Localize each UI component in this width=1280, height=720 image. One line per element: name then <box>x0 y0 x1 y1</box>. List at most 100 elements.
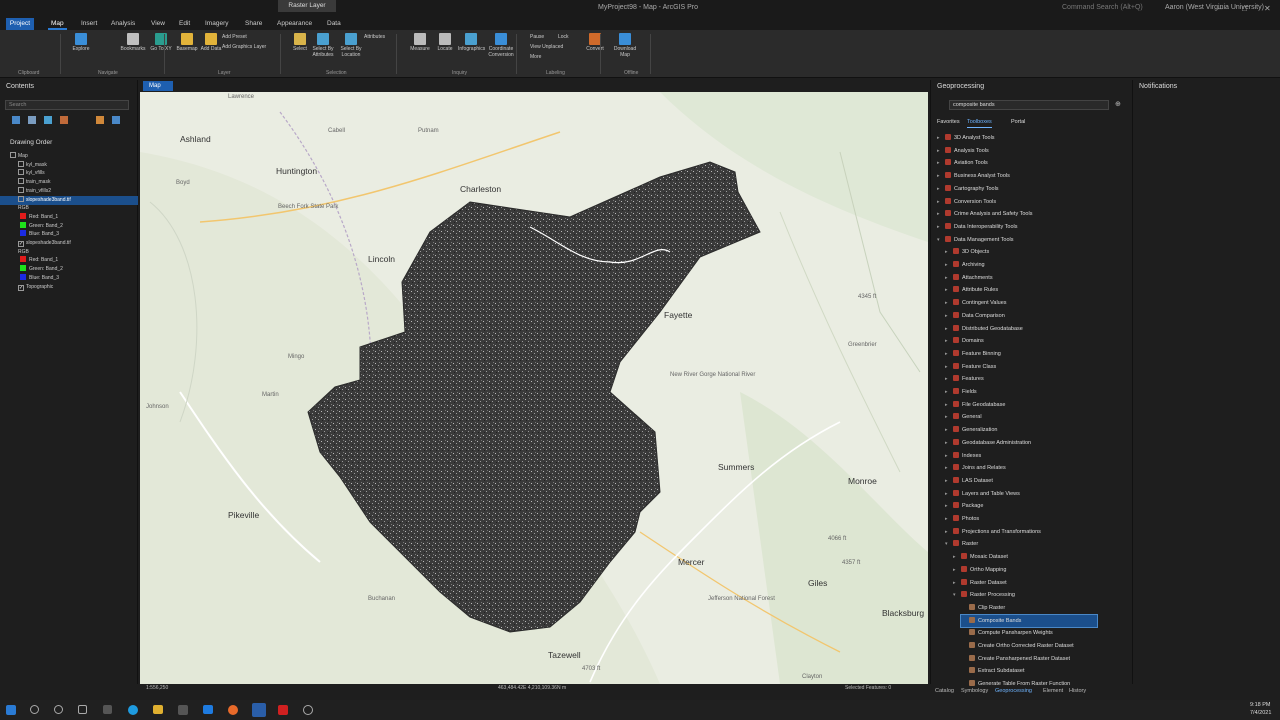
chevron-right-icon[interactable]: ▸ <box>945 411 953 423</box>
layer-row[interactable]: train_vfills2 <box>0 186 138 196</box>
layers-icon[interactable] <box>44 116 52 124</box>
layer-hidden-checkbox[interactable] <box>18 195 24 202</box>
clock-date[interactable]: 7/4/2021 <box>1250 710 1271 716</box>
toolbox-item[interactable]: ▸ Joins and Relates <box>945 462 1006 474</box>
toolbox-item[interactable]: ▸ Crime Analysis and Safety Tools <box>937 208 1032 220</box>
ribbon-button-explore[interactable]: Explore <box>68 33 94 52</box>
layer-row[interactable]: train_mask <box>0 178 138 187</box>
ribbon-small-attributes[interactable]: Attributes <box>364 34 385 40</box>
chevron-right-icon[interactable]: ▸ <box>937 132 945 144</box>
task-view-icon[interactable] <box>78 705 87 714</box>
ribbon-button-basemap[interactable]: Basemap <box>174 33 200 52</box>
label-icon[interactable] <box>96 116 104 124</box>
ribbon-button-infographics[interactable]: Infographics <box>458 33 485 52</box>
layer-hidden-checkbox[interactable] <box>18 160 24 167</box>
gp-tab-portal[interactable]: Portal <box>1011 116 1025 128</box>
toolbox-item[interactable]: ▸ Raster Dataset <box>953 577 1007 589</box>
chevron-right-icon[interactable]: ▸ <box>945 373 953 385</box>
toolbox-item[interactable]: ▾ Raster Processing <box>953 589 1015 601</box>
search-icon[interactable] <box>30 705 39 714</box>
gp-tab-toolboxes[interactable]: Toolboxes <box>967 116 992 128</box>
chevron-right-icon[interactable]: ▸ <box>945 246 953 258</box>
chevron-right-icon[interactable]: ▸ <box>945 526 953 538</box>
toolbox-item[interactable]: ▸ Fields <box>945 386 977 398</box>
tab-edit[interactable]: Edit <box>176 18 193 30</box>
layer-row[interactable]: RGB <box>0 204 138 213</box>
layer-row[interactable]: Map <box>0 152 138 161</box>
chevron-right-icon[interactable]: ▸ <box>945 513 953 525</box>
toolbox-item[interactable]: ▸ Generalization <box>945 424 997 436</box>
toolbox-item[interactable]: ▸ Geodatabase Administration <box>945 437 1031 449</box>
ribbon-button-add-data[interactable]: Add Data <box>198 33 224 52</box>
chevron-right-icon[interactable]: ▸ <box>953 551 961 563</box>
mail-icon[interactable] <box>203 705 213 714</box>
chevron-right-icon[interactable]: ▸ <box>953 564 961 576</box>
edge-icon[interactable] <box>128 705 138 715</box>
chevron-right-icon[interactable]: ▸ <box>945 475 953 487</box>
layer-row[interactable]: ✓ slopeshade3band.tif <box>0 239 138 248</box>
layer-row[interactable]: Green: Band_2 <box>0 265 138 274</box>
clock-time[interactable]: 9:18 PM <box>1250 702 1270 708</box>
chevron-right-icon[interactable]: ▸ <box>945 297 953 309</box>
tab-imagery[interactable]: Imagery <box>202 18 231 30</box>
layer-row[interactable]: Red: Band_1 <box>0 256 138 265</box>
chevron-down-icon[interactable]: ▾ <box>937 234 945 246</box>
chevron-right-icon[interactable]: ▸ <box>945 424 953 436</box>
toolbox-item[interactable]: ▾ Raster <box>945 538 978 550</box>
contents-search[interactable]: Search <box>5 100 129 110</box>
toolbox-item[interactable]: ▸ General <box>945 411 982 423</box>
chevron-right-icon[interactable]: ▸ <box>945 437 953 449</box>
ribbon-small-more[interactable]: More <box>530 54 541 60</box>
toolbox-item[interactable]: ▸ Indexes <box>945 450 981 462</box>
ribbon-button-convert[interactable]: Convert <box>582 33 608 52</box>
layer-hidden-checkbox[interactable] <box>18 169 24 176</box>
tab-share[interactable]: Share <box>242 18 265 30</box>
toolbox-item[interactable]: ▸ Analysis Tools <box>937 145 989 157</box>
tool-search-input[interactable]: composite bands <box>949 100 1109 110</box>
chevron-right-icon[interactable]: ▸ <box>945 399 953 411</box>
toolbox-item[interactable]: ▸ 3D Objects <box>945 246 989 258</box>
ribbon-small-add-graphics-layer[interactable]: Add Graphics Layer <box>222 44 266 50</box>
layer-row[interactable]: Blue: Band_3 <box>0 230 138 239</box>
toolbox-item[interactable]: ▸ Aviation Tools <box>937 157 988 169</box>
chevron-right-icon[interactable]: ▸ <box>937 145 945 157</box>
file-explorer-icon[interactable] <box>153 705 163 714</box>
ribbon-button-locate[interactable]: Locate <box>432 33 458 52</box>
layer-row[interactable]: slopeshade3band.tif <box>0 195 138 205</box>
ribbon-button-select-by-attributes[interactable]: Select By Attributes <box>310 33 336 58</box>
firefox-icon[interactable] <box>228 705 238 715</box>
toolbox-item[interactable]: Create Pansharpened Raster Dataset <box>961 653 1070 665</box>
chevron-right-icon[interactable]: ▸ <box>937 157 945 169</box>
filter-icon[interactable] <box>12 116 20 124</box>
layer-row[interactable]: RGB <box>0 248 138 257</box>
edit-icon[interactable] <box>60 116 68 124</box>
chevron-right-icon[interactable]: ▸ <box>945 284 953 296</box>
list-icon[interactable] <box>28 116 36 124</box>
close-icon[interactable]: ✕ <box>1264 4 1271 13</box>
toolbox-item[interactable]: ▸ Domains <box>945 335 984 347</box>
chevron-right-icon[interactable]: ▸ <box>945 462 953 474</box>
pane-tab-history[interactable]: History <box>1069 688 1086 694</box>
toolbox-item[interactable]: ▸ Mosaic Dataset <box>953 551 1008 563</box>
tab-analysis[interactable]: Analysis <box>108 18 138 30</box>
chevron-right-icon[interactable]: ▸ <box>945 361 953 373</box>
user-name[interactable]: Aaron (West Virginia University) <box>1165 4 1264 11</box>
windows-start-icon[interactable] <box>6 705 16 715</box>
toolbox-item[interactable]: ▸ Business Analyst Tools <box>937 170 1010 182</box>
toolbox-item[interactable]: ▸ Conversion Tools <box>937 196 996 208</box>
ribbon-button-select-by-location[interactable]: Select By Location <box>338 33 364 58</box>
pane-tab-geoprocessing[interactable]: Geoprocessing <box>995 688 1032 694</box>
tab-appearance[interactable]: Appearance <box>274 18 315 30</box>
toolbox-item[interactable]: ▾ Data Management Tools <box>937 234 1014 246</box>
ribbon-button-go-to-xy[interactable]: Go To XY <box>148 33 174 52</box>
layer-row[interactable]: kyl_mask <box>0 160 138 170</box>
tab-project[interactable]: Project <box>6 18 34 30</box>
ribbon-button-coordinate-conversion[interactable]: Coordinate Conversion <box>488 33 514 58</box>
pane-tab-element[interactable]: Element <box>1043 688 1063 694</box>
layer-hidden-checkbox[interactable] <box>10 152 16 158</box>
layer-row[interactable]: kyl_vfills <box>0 169 138 178</box>
chevron-right-icon[interactable]: ▸ <box>945 335 953 347</box>
chevron-right-icon[interactable]: ▸ <box>945 348 953 360</box>
toolbox-item[interactable]: Compute Pansharpen Weights <box>961 627 1053 639</box>
map-view-tab[interactable]: Map <box>143 81 173 91</box>
